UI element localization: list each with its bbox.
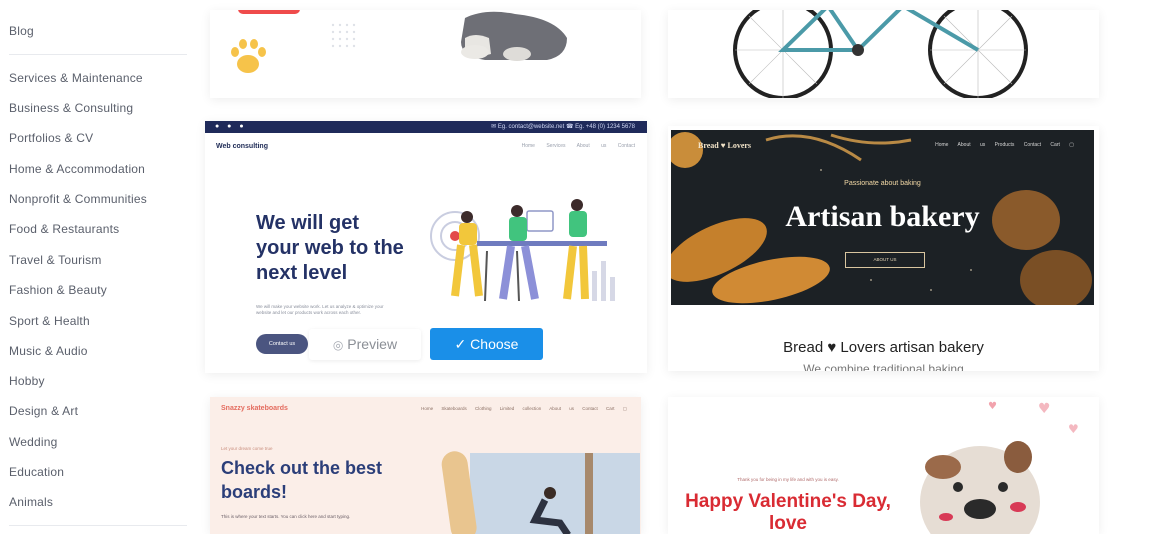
sidebar-divider — [9, 525, 187, 526]
social-icons: ● ● ● — [215, 123, 247, 130]
topbar-contact-text: ✉ Eg. contact@website.net ☎ Eg. +48 (0) … — [491, 124, 635, 130]
template-description: We combine traditional baking — [803, 362, 964, 371]
eye-icon: ◎ — [332, 338, 344, 352]
sidebar-divider — [9, 54, 187, 55]
paw-icon — [231, 39, 266, 73]
template-nav: Home Services About us Contact — [521, 143, 635, 149]
svg-text:♥: ♥ — [988, 401, 997, 412]
sidebar-item-business[interactable]: Business & Consulting — [9, 101, 133, 115]
bakery-logo: Bread ♥ Lovers — [698, 141, 752, 150]
sidebar-item-home[interactable]: Home & Accommodation — [9, 162, 145, 176]
sidebar-item-portfolios[interactable]: Portfolios & CV — [9, 131, 93, 145]
skate-body-text: This is where your text starts. You can … — [221, 514, 351, 519]
preview-button[interactable]: ◎ Preview — [309, 329, 421, 360]
template-card-bicycle[interactable] — [668, 10, 1099, 98]
dog-photo — [461, 11, 567, 61]
template-card-skateboards[interactable]: Snazzy skateboards Home Skateboards Clot… — [210, 397, 641, 534]
preview-button-label: Preview — [347, 336, 398, 352]
template-title: Bread ♥ Lovers artisan bakery — [783, 339, 984, 356]
check-icon: ✓ — [454, 336, 467, 352]
sidebar-item-travel[interactable]: Travel & Tourism — [9, 253, 102, 267]
people-at-desk-illustration — [430, 199, 615, 302]
template-brand: Web consulting — [216, 143, 268, 150]
skateboarder-photo — [441, 451, 640, 534]
template-card-valentine[interactable]: Thank you for being in my life and with … — [668, 397, 1099, 534]
sidebar-item-blog[interactable]: Blog — [9, 24, 34, 38]
template-contact-button: Contact us — [256, 334, 308, 354]
bakery-hero-image: Bread ♥ Lovers Home About us Products Co… — [671, 130, 1094, 305]
red-button-fragment — [238, 10, 300, 14]
bicycle-photo — [733, 10, 1028, 98]
skate-headline: Check out the best boards! — [221, 458, 383, 502]
sidebar-item-hobby[interactable]: Hobby — [9, 374, 45, 388]
skate-nav: Home Skateboards Clothing Limited collec… — [421, 406, 627, 411]
sidebar-item-music[interactable]: Music & Audio — [9, 344, 88, 358]
choose-button-label: Choose — [470, 336, 519, 352]
svg-text:♥: ♥ — [1068, 422, 1079, 436]
sidebar-item-nonprofit[interactable]: Nonprofit & Communities — [9, 192, 147, 206]
sidebar-item-animals[interactable]: Animals — [9, 495, 53, 509]
svg-text:♥: ♥ — [1038, 401, 1051, 417]
bakery-cta-button: ABOUT US — [845, 252, 925, 268]
template-card-web-consulting[interactable]: ● ● ● ✉ Eg. contact@website.net ☎ Eg. +4… — [205, 121, 647, 373]
bulldog-photo: ♥ ♥ ♥ — [920, 401, 1079, 534]
skate-logo: Snazzy skateboards — [221, 405, 288, 412]
skate-kicker: Let your dream come true — [221, 446, 273, 451]
dot-grid-decoration — [331, 23, 356, 48]
template-card-dog[interactable] — [210, 10, 641, 98]
template-headline: We will get your web to the next level — [256, 212, 404, 284]
choose-button[interactable]: ✓ Choose — [430, 328, 543, 360]
sidebar-item-fashion[interactable]: Fashion & Beauty — [9, 283, 107, 297]
template-topbar: ● ● ● ✉ Eg. contact@website.net ☎ Eg. +4… — [205, 121, 647, 133]
bakery-nav: Home About us Products Contact Cart ▢ — [935, 142, 1074, 148]
template-card-bakery[interactable]: Bread ♥ Lovers Home About us Products Co… — [668, 126, 1099, 371]
template-body-text: We will make your website work. Let us a… — [256, 304, 384, 315]
bakery-kicker: Passionate about baking — [844, 180, 921, 187]
sidebar-item-services[interactable]: Services & Maintenance — [9, 71, 143, 85]
category-sidebar: Blog Services & Maintenance Business & C… — [0, 0, 195, 534]
sidebar-item-sport[interactable]: Sport & Health — [9, 314, 90, 328]
valentine-headline: Happy Valentine's Day, love — [685, 491, 891, 534]
bakery-title: Artisan bakery — [785, 200, 980, 233]
sidebar-item-education[interactable]: Education — [9, 465, 64, 479]
sidebar-item-design[interactable]: Design & Art — [9, 404, 78, 418]
sidebar-item-wedding[interactable]: Wedding — [9, 435, 58, 449]
valentine-kicker: Thank you for being in my life and with … — [737, 477, 839, 482]
sidebar-item-food[interactable]: Food & Restaurants — [9, 222, 119, 236]
